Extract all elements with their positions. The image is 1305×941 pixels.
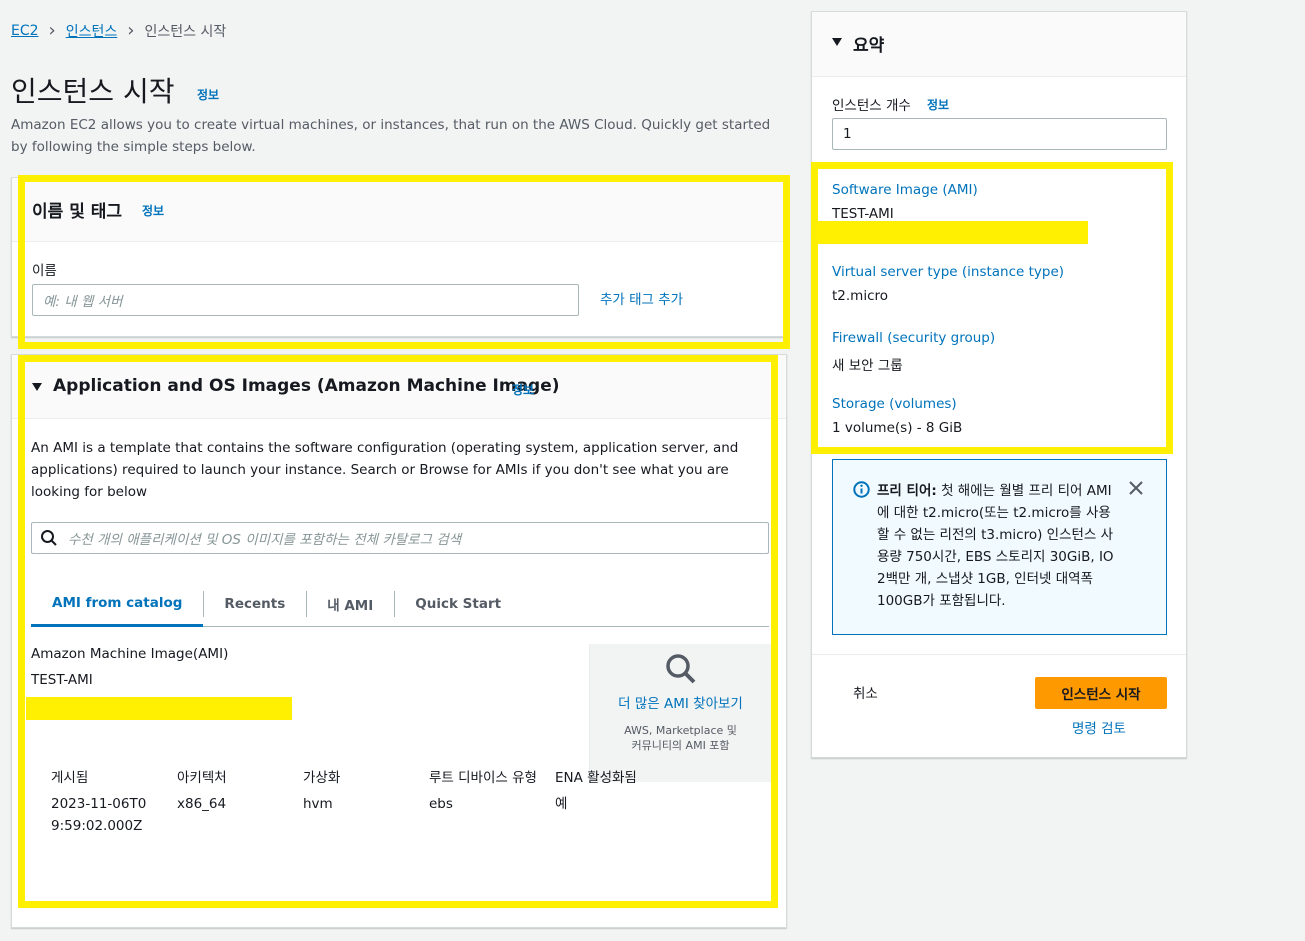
summary-title: 요약 xyxy=(853,36,885,56)
name-label: 이름 xyxy=(32,263,57,279)
name-and-tags-header: 이름 및 태그 정보 xyxy=(12,178,786,242)
tab-my-ami[interactable]: 내 AMI xyxy=(306,581,394,627)
page-description: Amazon EC2 allows you to create virtual … xyxy=(11,117,771,155)
tab-ami-from-catalog[interactable]: AMI from catalog xyxy=(31,581,204,627)
published-label: 게시됨 xyxy=(51,770,89,786)
summary-firewall-value: 새 보안 그룹 xyxy=(832,358,903,374)
name-input[interactable]: 예: 내 웹 서버 xyxy=(32,284,579,316)
free-tier-label: 프리 티어: xyxy=(877,483,937,499)
name-and-tags-panel: 이름 및 태그 정보 이름 예: 내 웹 서버 추가 태그 추가 xyxy=(11,177,787,337)
ami-header[interactable]: Application and OS Images (Amazon Machin… xyxy=(12,355,786,419)
breadcrumb-instances-link[interactable]: 인스턴스 xyxy=(66,21,118,41)
summary-instance-type-value: t2.micro xyxy=(832,288,889,304)
chevron-right-icon: › xyxy=(48,20,56,41)
summary-ami-link[interactable]: Software Image (AMI) xyxy=(832,182,978,198)
ami-info-link[interactable]: 정보 xyxy=(512,381,534,398)
review-commands-link[interactable]: 명령 검토 xyxy=(1072,717,1126,737)
browse-more-amis[interactable]: 더 많은 AMI 찾아보기 AWS, Marketplace 및 커뮤니티의 A… xyxy=(589,644,771,782)
add-tags-link[interactable]: 추가 태그 추가 xyxy=(600,288,683,308)
caret-down-icon[interactable] xyxy=(32,383,42,391)
redaction-bar xyxy=(26,697,292,720)
search-icon xyxy=(41,530,57,546)
ami-search-placeholder: 수천 개의 애플리케이션 및 OS 이미지를 포함하는 전체 카탈로그 검색 xyxy=(68,532,462,548)
ami-search-input[interactable]: 수천 개의 애플리케이션 및 OS 이미지를 포함하는 전체 카탈로그 검색 xyxy=(31,522,769,554)
ami-panel: Application and OS Images (Amazon Machin… xyxy=(11,354,787,928)
root-device-label: 루트 디바이스 유형 xyxy=(429,770,537,786)
page-title: 인스턴스 시작 xyxy=(11,75,175,108)
summary-panel: 요약 인스턴스 개수 정보 1 Software Image (AMI) TES… xyxy=(811,11,1187,758)
caret-down-icon[interactable] xyxy=(832,38,842,46)
close-icon[interactable] xyxy=(1129,481,1143,495)
ena-label: ENA 활성화됨 xyxy=(555,770,637,786)
ami-title: Application and OS Images (Amazon Machin… xyxy=(53,376,560,396)
ami-description: An AMI is a template that contains the s… xyxy=(31,440,739,500)
summary-header[interactable]: 요약 xyxy=(812,12,1186,76)
cancel-button[interactable]: 취소 xyxy=(853,682,878,702)
free-tier-body: 첫 해에는 월별 프리 티어 AMI에 대한 t2.micro(또는 t2.mi… xyxy=(877,483,1114,609)
info-icon xyxy=(853,481,870,498)
published-value: 2023-11-06T09:59:02.000Z xyxy=(51,796,147,834)
redaction-bar xyxy=(818,221,1088,244)
instance-count-label: 인스턴스 개수 xyxy=(832,98,911,114)
breadcrumb-ec2-link[interactable]: EC2 xyxy=(11,23,39,39)
architecture-value: x86_64 xyxy=(177,796,227,812)
summary-storage-value: 1 volume(s) - 8 GiB xyxy=(832,420,963,436)
free-tier-text: 프리 티어: 첫 해에는 월별 프리 티어 AMI에 대한 t2.micro(또… xyxy=(877,480,1117,612)
browse-more-title: 더 많은 AMI 찾아보기 xyxy=(618,696,743,712)
tab-quick-start[interactable]: Quick Start xyxy=(394,581,522,627)
name-and-tags-info-link[interactable]: 정보 xyxy=(142,202,164,219)
tab-recents[interactable]: Recents xyxy=(203,581,306,627)
ena-value: 예 xyxy=(555,796,568,812)
virtualization-label: 가상화 xyxy=(303,770,341,786)
name-and-tags-title: 이름 및 태그 xyxy=(32,202,123,222)
instance-count-value: 1 xyxy=(843,126,852,142)
summary-firewall-link[interactable]: Firewall (security group) xyxy=(832,330,995,346)
ami-tabs: AMI from catalog Recents 내 AMI Quick Sta… xyxy=(31,581,769,627)
root-device-value: ebs xyxy=(429,796,453,812)
summary-storage-link[interactable]: Storage (volumes) xyxy=(832,396,957,412)
summary-instance-type-link[interactable]: Virtual server type (instance type) xyxy=(832,264,1064,280)
browse-more-subtitle: AWS, Marketplace 및 커뮤니티의 AMI 포함 xyxy=(624,724,737,752)
selected-ami-name: TEST-AMI xyxy=(31,672,93,688)
selected-ami-label: Amazon Machine Image(AMI) xyxy=(31,646,229,662)
launch-instance-button[interactable]: 인스턴스 시작 xyxy=(1035,677,1167,709)
chevron-right-icon: › xyxy=(127,20,135,41)
page-info-link[interactable]: 정보 xyxy=(197,86,219,103)
summary-ami-value: TEST-AMI xyxy=(832,206,894,222)
architecture-label: 아키텍처 xyxy=(177,770,227,786)
search-icon xyxy=(665,654,695,684)
virtualization-value: hvm xyxy=(303,796,333,812)
free-tier-alert: 프리 티어: 첫 해에는 월별 프리 티어 AMI에 대한 t2.micro(또… xyxy=(832,459,1167,635)
instance-count-input[interactable]: 1 xyxy=(832,118,1167,150)
breadcrumb-current: 인스턴스 시작 xyxy=(144,24,227,40)
breadcrumb: EC2 › 인스턴스 › 인스턴스 시작 xyxy=(11,21,226,41)
name-input-placeholder: 예: 내 웹 서버 xyxy=(43,294,123,310)
instance-count-info-link[interactable]: 정보 xyxy=(927,96,949,113)
